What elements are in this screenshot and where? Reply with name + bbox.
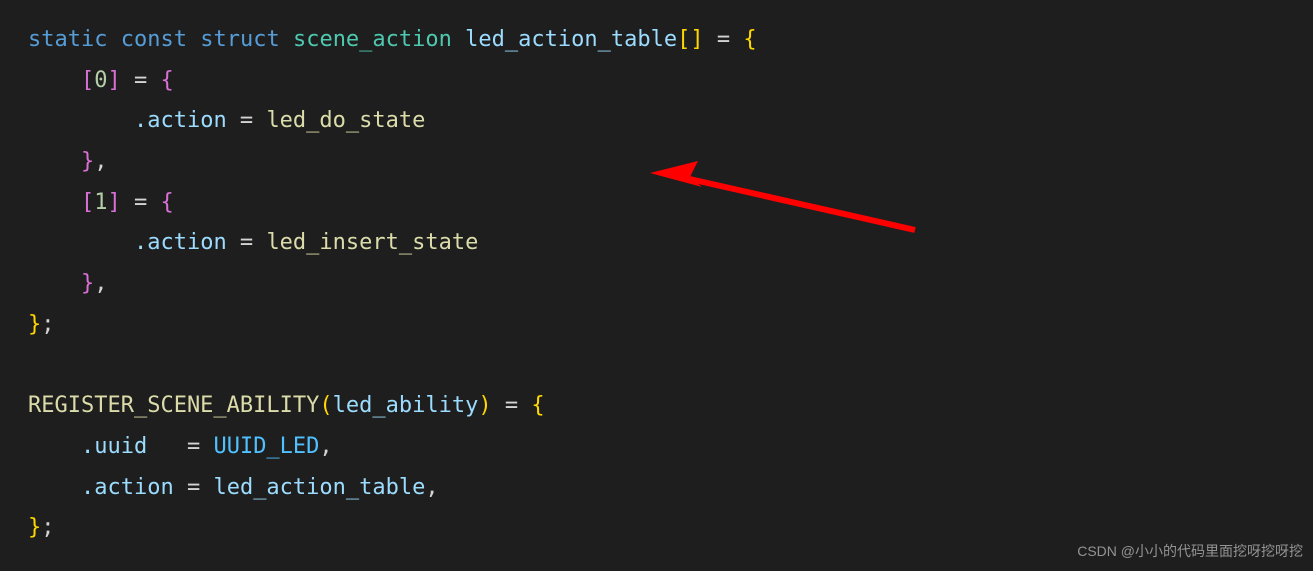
code-line: .action = led_action_table,: [28, 468, 1313, 509]
code-line: REGISTER_SCENE_ABILITY(led_ability) = {: [28, 386, 1313, 427]
bracket-open: [: [81, 183, 94, 224]
brace-close: }: [28, 305, 41, 346]
paren-open: (: [319, 386, 332, 427]
struct-member: .action: [134, 101, 227, 142]
code-line: .action = led_insert_state: [28, 223, 1313, 264]
number-literal: 1: [94, 183, 107, 224]
function-ref: led_insert_state: [266, 223, 478, 264]
type-name: scene_action: [293, 20, 452, 61]
bracket-close: ]: [107, 61, 120, 102]
brace-open: {: [160, 183, 173, 224]
code-line: },: [28, 264, 1313, 305]
brace-open: {: [743, 20, 756, 61]
paren-close: ): [478, 386, 491, 427]
keyword-struct: struct: [200, 20, 279, 61]
struct-member: .action: [134, 223, 227, 264]
code-line: };: [28, 305, 1313, 346]
code-editor[interactable]: static const struct scene_action led_act…: [28, 20, 1313, 549]
struct-member: .uuid: [81, 427, 147, 468]
function-ref: led_do_state: [266, 101, 425, 142]
bracket-close: ]: [107, 183, 120, 224]
constant: UUID_LED: [213, 427, 319, 468]
blank-line: [28, 346, 1313, 387]
code-line: static const struct scene_action led_act…: [28, 20, 1313, 61]
variable-name: led_action_table: [465, 20, 677, 61]
argument: led_ability: [333, 386, 479, 427]
brackets: []: [677, 20, 704, 61]
code-line: },: [28, 142, 1313, 183]
watermark-text: CSDN @小小的代码里面挖呀挖呀挖: [1077, 539, 1303, 565]
brace-close: }: [81, 264, 94, 305]
variable-ref: led_action_table: [213, 468, 425, 509]
brace-open: {: [160, 61, 173, 102]
struct-member: .action: [81, 468, 174, 509]
code-line: [1] = {: [28, 183, 1313, 224]
macro-name: REGISTER_SCENE_ABILITY: [28, 386, 319, 427]
brace-close: }: [81, 142, 94, 183]
code-line: .action = led_do_state: [28, 101, 1313, 142]
code-line: [0] = {: [28, 61, 1313, 102]
keyword-const: const: [121, 20, 187, 61]
code-line: .uuid = UUID_LED,: [28, 427, 1313, 468]
bracket-open: [: [81, 61, 94, 102]
keyword-static: static: [28, 20, 107, 61]
brace-close: }: [28, 508, 41, 549]
brace-open: {: [531, 386, 544, 427]
number-literal: 0: [94, 61, 107, 102]
